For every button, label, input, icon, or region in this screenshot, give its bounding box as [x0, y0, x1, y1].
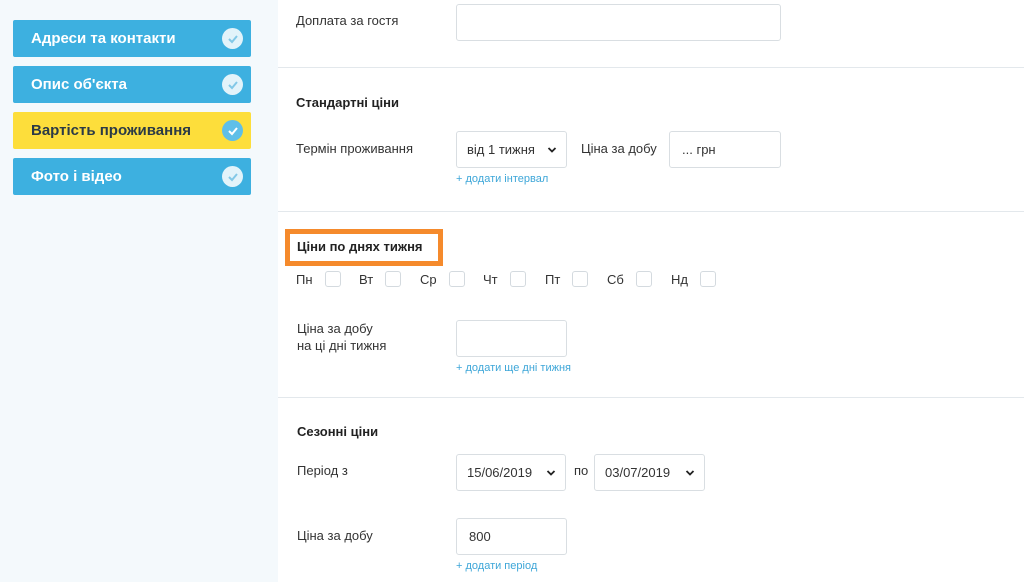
period-to-value: 03/07/2019 — [605, 465, 671, 480]
extra-guest-label: Доплата за гостя — [296, 13, 399, 28]
day-checkbox[interactable] — [385, 271, 402, 287]
period-from-value: 15/06/2019 — [467, 465, 533, 480]
extra-guest-input[interactable] — [456, 4, 781, 41]
day-label: Сб — [607, 271, 624, 287]
term-value: від 1 тижня — [467, 142, 535, 157]
day-checkbox[interactable] — [635, 271, 652, 287]
seasonal-price-value: 800 — [469, 529, 491, 544]
standard-prices-title: Стандартні ціни — [296, 95, 399, 110]
step-photo-video[interactable]: Фото і відео — [13, 158, 251, 195]
step-accommodation-price[interactable]: Вартість проживання — [13, 112, 251, 149]
weekday-sun[interactable]: Нд — [671, 271, 716, 287]
step-label: Адреси та контакти — [31, 30, 176, 47]
day-checkbox[interactable] — [448, 271, 465, 287]
step-label: Фото і відео — [31, 168, 122, 185]
chevron-down-icon — [685, 470, 695, 476]
day-checkbox[interactable] — [324, 271, 341, 287]
weekday-price-label-line2: на ці дні тижня — [297, 338, 387, 353]
weekday-price-input[interactable] — [456, 320, 567, 357]
weekday-wed[interactable]: Ср — [420, 271, 465, 287]
check-icon — [222, 120, 243, 141]
day-label: Нд — [671, 271, 688, 287]
weekday-thu[interactable]: Чт — [483, 271, 526, 287]
seasonal-price-label: Ціна за добу — [297, 528, 373, 543]
day-checkbox[interactable] — [572, 271, 589, 287]
chevron-down-icon — [547, 147, 557, 153]
day-label: Вт — [359, 271, 374, 287]
weekday-tue[interactable]: Вт — [359, 271, 402, 287]
sidebar: Адреси та контакти Опис об'єкта Вартість… — [0, 0, 278, 582]
day-label: Пт — [545, 271, 561, 287]
divider — [278, 67, 1024, 68]
price-form: Доплата за гостя Стандартні ціни Термін … — [278, 0, 1024, 582]
weekday-sat[interactable]: Сб — [607, 271, 652, 287]
step-label: Опис об'єкта — [31, 76, 127, 93]
add-interval-link[interactable]: + додати інтервал — [456, 173, 548, 185]
day-checkbox[interactable] — [509, 271, 526, 287]
divider — [278, 397, 1024, 398]
day-label: Чт — [483, 271, 498, 287]
step-object-description[interactable]: Опис об'єкта — [13, 66, 251, 103]
seasonal-price-input[interactable]: 800 — [456, 518, 567, 555]
standard-price-input[interactable]: ... грн — [669, 131, 781, 168]
weekday-fri[interactable]: Пт — [545, 271, 589, 287]
period-to-label: по — [574, 463, 589, 478]
day-checkbox[interactable] — [699, 271, 716, 287]
seasonal-prices-title: Сезонні ціни — [297, 424, 379, 439]
day-label: Ср — [420, 271, 437, 287]
day-label: Пн — [296, 271, 313, 287]
standard-price-value: ... грн — [682, 142, 716, 157]
period-from-label: Період з — [297, 463, 348, 478]
standard-price-label: Ціна за добу — [581, 141, 657, 156]
weekday-price-label-line1: Ціна за добу — [297, 321, 373, 336]
check-icon — [222, 166, 243, 187]
chevron-down-icon — [546, 470, 556, 476]
term-label: Термін проживання — [296, 141, 413, 156]
check-icon — [222, 28, 243, 49]
divider — [278, 211, 1024, 212]
term-select[interactable]: від 1 тижня — [456, 131, 567, 168]
add-period-link[interactable]: + додати період — [456, 560, 537, 572]
add-weekdays-link[interactable]: + додати ще дні тижня — [456, 362, 571, 374]
period-from-select[interactable]: 15/06/2019 — [456, 454, 566, 491]
step-addresses-contacts[interactable]: Адреси та контакти — [13, 20, 251, 57]
step-label: Вартість проживання — [31, 122, 192, 139]
weekday-mon[interactable]: Пн — [296, 271, 341, 287]
period-to-select[interactable]: 03/07/2019 — [594, 454, 705, 491]
check-icon — [222, 74, 243, 95]
highlight-box — [285, 229, 443, 266]
